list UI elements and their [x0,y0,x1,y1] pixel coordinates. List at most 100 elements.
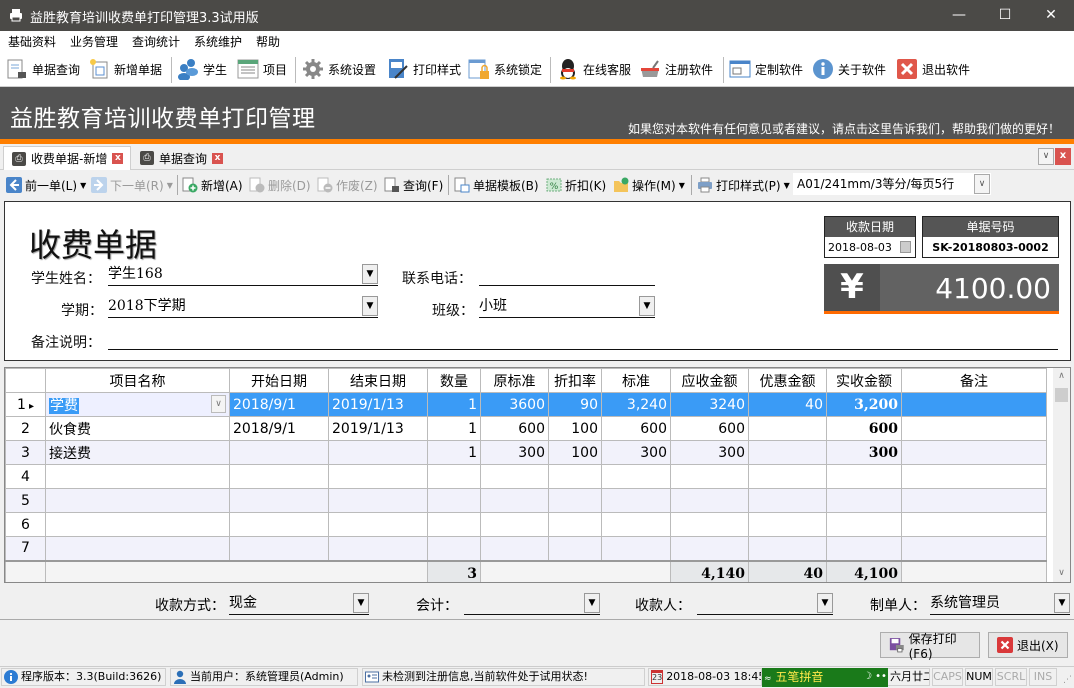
menu-query-stats[interactable]: 查询统计 [132,33,180,50]
cell-std[interactable]: 3,240 [601,392,671,417]
chevron-down-icon[interactable]: ▼ [80,181,86,190]
maximize-button[interactable]: ☐ [982,0,1028,31]
add-button[interactable]: 新增(A) [182,176,243,194]
table-row[interactable]: 7 [5,536,1047,561]
ime-toggle-icon[interactable]: ≈ [764,674,772,684]
delete-button[interactable]: 删除(D) [249,176,311,194]
row-header[interactable]: 1 ▸ [5,392,46,417]
row-header[interactable]: 6 [5,512,46,537]
column-header[interactable]: 原标准 [480,368,549,393]
cell-paid[interactable] [826,464,902,489]
dropdown-arrow-icon[interactable]: ▼ [817,593,833,613]
cell-due[interactable]: 3240 [670,392,749,417]
cell-name[interactable]: 学费 [45,392,230,417]
cell-due[interactable]: 600 [670,416,749,441]
chevron-down-icon[interactable]: ∨ [974,174,990,194]
close-tab-icon[interactable]: x [212,152,224,164]
cell-end[interactable] [328,464,428,489]
row-header[interactable]: 7 [5,536,46,561]
cell-disc[interactable] [748,536,827,561]
column-header[interactable]: 标准 [601,368,671,393]
toolbar-items[interactable]: 项目 [237,57,287,81]
cell-start[interactable] [229,512,329,537]
cell-paid[interactable]: 300 [826,440,902,465]
tab-list-dropdown[interactable]: ∨ [1038,148,1054,165]
tab-fee-document-new[interactable]: ⎙ 收费单据-新增 x [3,146,131,170]
column-header[interactable]: 备注 [901,368,1047,393]
cell-rate[interactable]: 90 [548,392,602,417]
cell-start[interactable] [229,440,329,465]
cell-disc[interactable] [748,440,827,465]
column-header[interactable]: 优惠金额 [748,368,827,393]
table-row[interactable]: 1 ▸ 学费 2018/9/1 2019/1/13 1 3600 90 3,240 3240 40… [5,392,1047,417]
scroll-up-icon[interactable]: ∧ [1053,368,1070,385]
cell-paid[interactable] [826,512,902,537]
cell-disc[interactable] [748,488,827,513]
cell-due[interactable] [670,488,749,513]
cell-end[interactable] [328,512,428,537]
column-header[interactable]: 开始日期 [229,368,329,393]
cell-orig[interactable] [480,512,549,537]
cell-rate[interactable] [548,536,602,561]
cell-qty[interactable] [427,488,481,513]
column-header[interactable]: 实收金额 [826,368,902,393]
cell-due[interactable] [670,464,749,489]
close-tab-icon[interactable]: x [112,153,124,164]
class-combobox[interactable]: 小班 ▼ [479,296,655,318]
cell-due[interactable]: 300 [670,440,749,465]
cell-orig[interactable] [480,536,549,561]
cell-paid[interactable]: 600 [826,416,902,441]
cell-end[interactable] [328,536,428,561]
cell-name[interactable]: 伙食费 [45,416,230,441]
resize-grip-icon[interactable]: ⋰ [1063,675,1072,685]
menu-system[interactable]: 系统维护 [194,33,242,50]
cell-start[interactable] [229,488,329,513]
cell-start[interactable] [229,536,329,561]
row-header[interactable]: 2 [5,416,46,441]
grid-vertical-scrollbar[interactable]: ∧ ∨ [1053,368,1070,582]
prev-document-button[interactable]: 前一单(L) ▼ [6,176,86,194]
column-header[interactable]: 项目名称 [45,368,230,393]
cell-note[interactable] [901,392,1047,417]
dropdown-arrow-icon[interactable]: ▼ [1054,593,1070,613]
table-row[interactable]: 4 [5,464,1047,489]
cell-orig[interactable]: 3600 [480,392,549,417]
dropdown-arrow-icon[interactable]: ▼ [639,296,655,316]
save-print-button[interactable]: 保存打印(F6) [880,632,980,661]
menu-help[interactable]: 帮助 [256,33,280,50]
scroll-thumb[interactable] [1055,388,1068,402]
cell-std[interactable] [601,536,671,561]
phone-input[interactable] [479,264,655,286]
cell-due[interactable] [670,512,749,537]
cell-start[interactable]: 2018/9/1 [229,416,329,441]
ime-indicator[interactable]: ≈ 五笔拼音 [762,668,862,687]
toolbar-about-software[interactable]: 关于软件 [812,57,886,81]
cell-rate[interactable] [548,512,602,537]
remark-input[interactable] [108,328,1058,350]
column-header[interactable]: 应收金额 [670,368,749,393]
cell-orig[interactable]: 600 [480,416,549,441]
column-header[interactable]: 数量 [427,368,481,393]
toolbar-system-settings[interactable]: 系统设置 [302,57,376,81]
template-button[interactable]: 单据模板(B) [454,176,539,194]
toolbar-online-service[interactable]: 在线客服 [557,57,631,81]
row-header[interactable]: 5 [5,488,46,513]
exit-button[interactable]: 退出(X) [988,632,1068,658]
payment-date-picker[interactable]: 2018-08-03 [825,237,915,258]
cell-name[interactable] [45,464,230,489]
feedback-link[interactable]: 如果您对本软件有任何意见或者建议，请点击这里告诉我们，帮助我们做的更好！ [628,120,1060,137]
student-name-combobox[interactable]: 学生168 ▼ [108,264,378,286]
cell-disc[interactable]: 40 [748,392,827,417]
row-header[interactable]: 3 [5,440,46,465]
print-style-menu-button[interactable]: 打印样式(P) ▼ [697,176,790,194]
next-document-button[interactable]: 下一单(R) ▼ [91,176,173,194]
toolbar-print-style[interactable]: 打印样式 [387,57,461,81]
cell-qty[interactable]: 1 [427,440,481,465]
cell-note[interactable] [901,416,1047,441]
cell-paid[interactable] [826,536,902,561]
cell-std[interactable] [601,464,671,489]
cell-qty[interactable] [427,512,481,537]
chevron-down-icon[interactable]: ▼ [167,181,173,190]
toolbar-custom-software[interactable]: 定制软件 [729,57,803,81]
cell-note[interactable] [901,440,1047,465]
